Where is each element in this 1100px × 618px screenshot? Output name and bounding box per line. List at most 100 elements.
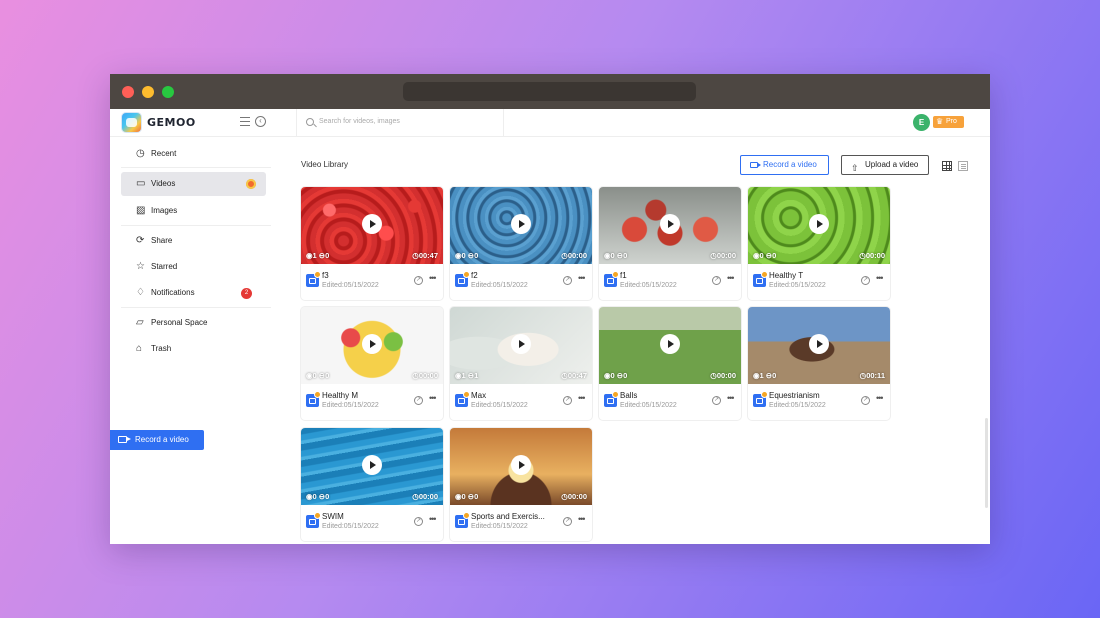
sidebar-item-images[interactable]: ▨ Images	[121, 199, 266, 223]
video-thumbnail[interactable]: ◉0 ⊖0 ◷00:00	[301, 428, 443, 505]
duration-text: 00:00	[418, 371, 438, 380]
search-input[interactable]: Search for videos, images	[319, 118, 400, 125]
video-card[interactable]: ◉1 ⊖0 ◷00:47 f3 Edited:05/15/2022 ↗ •••	[301, 187, 443, 300]
menu-icon[interactable]	[240, 117, 250, 127]
more-options-icon[interactable]: •••	[578, 393, 586, 403]
video-title[interactable]: f3	[322, 271, 410, 280]
play-icon[interactable]	[362, 214, 382, 234]
video-title[interactable]: f1	[620, 271, 708, 280]
play-icon[interactable]	[362, 334, 382, 354]
more-options-icon[interactable]: •••	[876, 393, 884, 403]
camera-icon	[750, 162, 761, 168]
video-title[interactable]: Balls	[620, 391, 708, 400]
maximize-window-button[interactable]	[162, 86, 174, 98]
upload-icon: ⇧	[851, 163, 859, 173]
record-video-button[interactable]: Record a video	[740, 155, 829, 175]
collapse-sidebar-icon[interactable]: ‹	[255, 116, 266, 127]
comment-count: 0	[325, 492, 330, 501]
more-options-icon[interactable]: •••	[578, 514, 586, 524]
video-card[interactable]: ◉0 ⊖0 ◷00:00 f2 Edited:05/15/2022 ↗ •••	[450, 187, 592, 300]
video-thumbnail[interactable]: ◉0 ⊖0 ◷00:00	[599, 307, 741, 384]
play-icon[interactable]	[511, 455, 531, 475]
video-thumbnail[interactable]: ◉0 ⊖0 ◷00:00	[301, 307, 443, 384]
scrollbar[interactable]	[985, 418, 988, 508]
owner-badge-icon	[612, 271, 619, 278]
video-thumbnail[interactable]: ◉0 ⊖0 ◷00:00	[599, 187, 741, 264]
more-options-icon[interactable]: •••	[578, 273, 586, 283]
video-title[interactable]: Equestrianism	[769, 391, 857, 400]
video-card[interactable]: ◉0 ⊖0 ◷00:00 Balls Edited:05/15/2022 ↗ •••	[599, 307, 741, 420]
share-icon[interactable]: ↗	[712, 396, 721, 405]
video-card[interactable]: ◉1 ⊖0 ◷00:11 Equestrianism Edited:05/15/202…	[748, 307, 890, 420]
video-title[interactable]: SWIM	[322, 512, 410, 521]
upload-video-button[interactable]: ⇧ Upload a video	[841, 155, 929, 175]
grid-view-icon[interactable]	[942, 161, 952, 171]
play-icon[interactable]	[660, 214, 680, 234]
more-options-icon[interactable]: •••	[429, 393, 437, 403]
video-title[interactable]: f2	[471, 271, 559, 280]
share-icon[interactable]: ↗	[414, 517, 423, 526]
video-thumbnail[interactable]: ◉1 ⊖0 ◷00:47	[301, 187, 443, 264]
sidebar-item-starred[interactable]: ☆ Starred	[121, 255, 266, 279]
video-thumbnail[interactable]: ◉0 ⊖0 ◷00:00	[450, 428, 592, 505]
video-card[interactable]: ◉0 ⊖0 ◷00:00 Sports and Exercis... Edited:0…	[450, 428, 592, 541]
video-card[interactable]: ◉1 ⊖1 ◷00:47 Max Edited:05/15/2022 ↗ •••	[450, 307, 592, 420]
sidebar-item-videos[interactable]: ▭ Videos	[121, 172, 266, 196]
video-card[interactable]: ◉0 ⊖0 ◷00:00 Healthy T Edited:05/15/2022 ↗ ••…	[748, 187, 890, 300]
duration-text: 00:00	[865, 251, 885, 260]
video-thumbnail[interactable]: ◉0 ⊖0 ◷00:00	[748, 187, 890, 264]
divider	[121, 307, 271, 308]
share-icon[interactable]: ↗	[861, 396, 870, 405]
sidebar-item-label: Trash	[151, 344, 172, 353]
search-bar[interactable]: Search for videos, images	[296, 109, 504, 137]
address-bar[interactable]	[403, 82, 696, 101]
play-icon[interactable]	[362, 455, 382, 475]
play-icon[interactable]	[511, 214, 531, 234]
video-thumbnail[interactable]: ◉1 ⊖1 ◷00:47	[450, 307, 592, 384]
minimize-window-button[interactable]	[142, 86, 154, 98]
more-options-icon[interactable]: •••	[429, 514, 437, 524]
share-icon[interactable]: ↗	[414, 276, 423, 285]
video-card[interactable]: ◉0 ⊖0 ◷00:00 SWIM Edited:05/15/2022 ↗ •••	[301, 428, 443, 541]
more-options-icon[interactable]: •••	[429, 273, 437, 283]
more-options-icon[interactable]: •••	[727, 273, 735, 283]
sidebar-item-notifications[interactable]: ♢ Notifications 2	[121, 281, 266, 305]
share-icon[interactable]: ↗	[861, 276, 870, 285]
play-icon[interactable]	[809, 334, 829, 354]
video-type-icon	[604, 391, 619, 407]
avatar[interactable]: E	[913, 114, 930, 131]
owner-badge-icon	[314, 391, 321, 398]
gemoo-logo-icon	[121, 112, 142, 133]
more-options-icon[interactable]: •••	[876, 273, 884, 283]
share-icon[interactable]: ↗	[414, 396, 423, 405]
video-thumbnail[interactable]: ◉0 ⊖0 ◷00:00	[450, 187, 592, 264]
sidebar-record-video-button[interactable]: Record a video	[110, 430, 204, 450]
sidebar-item-recent[interactable]: ◷ Recent	[121, 142, 266, 166]
share-icon[interactable]: ↗	[563, 396, 572, 405]
video-title[interactable]: Healthy M	[322, 391, 410, 400]
share-icon[interactable]: ↗	[563, 276, 572, 285]
share-icon[interactable]: ↗	[563, 517, 572, 526]
sidebar-item-trash[interactable]: ⌂ Trash	[121, 337, 266, 361]
sidebar-item-share[interactable]: ⟳ Share	[121, 229, 266, 253]
share-icon[interactable]: ↗	[712, 276, 721, 285]
play-icon[interactable]	[511, 334, 531, 354]
more-options-icon[interactable]: •••	[727, 393, 735, 403]
comment-icon: ⊖	[465, 371, 475, 380]
play-icon[interactable]	[660, 334, 680, 354]
close-window-button[interactable]	[122, 86, 134, 98]
video-title[interactable]: Healthy T	[769, 271, 857, 280]
video-stats: ◉1 ⊖1	[455, 371, 478, 380]
video-title[interactable]: Max	[471, 391, 559, 400]
video-title[interactable]: Sports and Exercis...	[471, 512, 559, 521]
page-title: Video Library	[301, 160, 348, 169]
video-card[interactable]: ◉0 ⊖0 ◷00:00 f1 Edited:05/15/2022 ↗ •••	[599, 187, 741, 300]
play-icon[interactable]	[809, 214, 829, 234]
video-edited-date: Edited:05/15/2022	[471, 282, 528, 289]
sidebar-item-personal-space[interactable]: ▱ Personal Space	[121, 311, 266, 335]
video-card[interactable]: ◉0 ⊖0 ◷00:00 Healthy M Edited:05/15/2022 ↗ ••…	[301, 307, 443, 420]
pro-badge[interactable]: Pro	[933, 116, 964, 128]
video-thumbnail[interactable]: ◉1 ⊖0 ◷00:11	[748, 307, 890, 384]
list-view-icon[interactable]	[958, 161, 968, 171]
owner-badge-icon	[612, 391, 619, 398]
